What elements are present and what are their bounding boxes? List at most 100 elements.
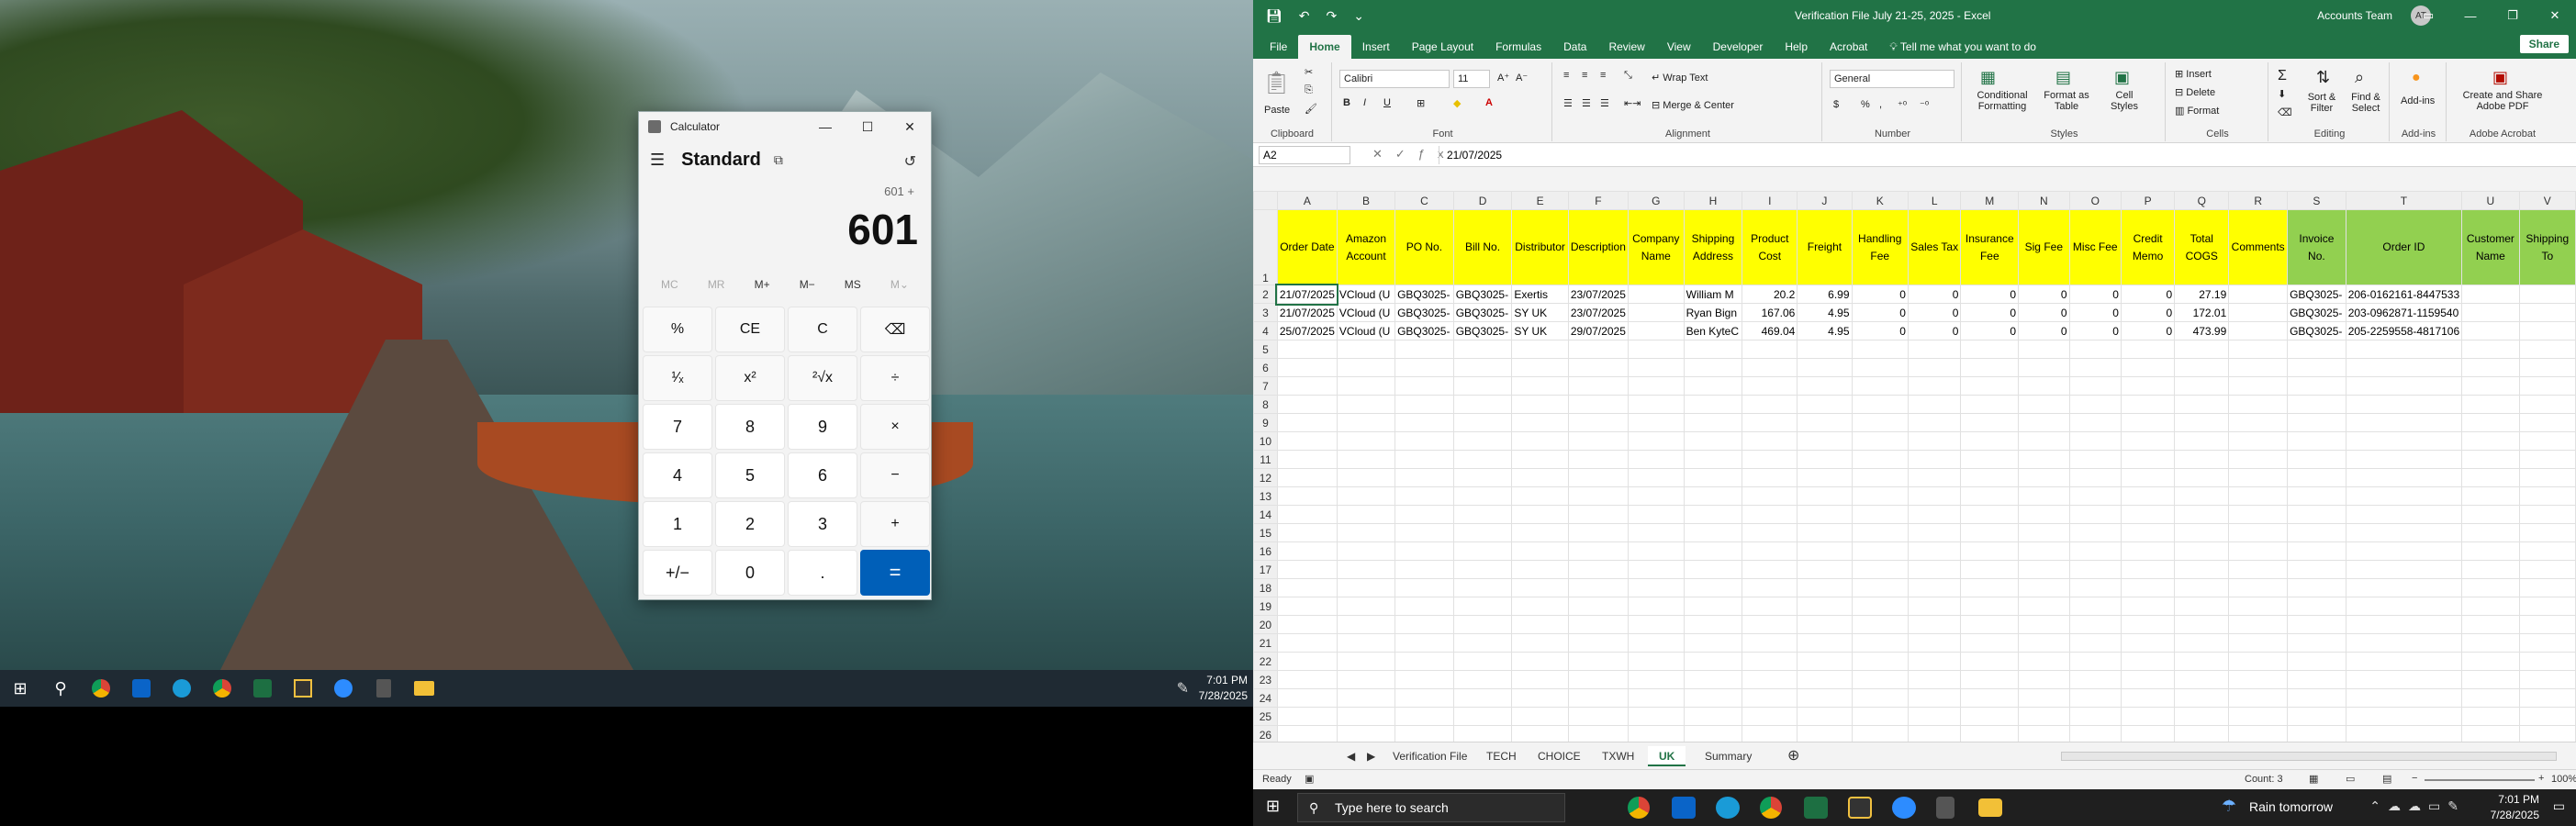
- cell[interactable]: [2018, 652, 2070, 671]
- formula-input[interactable]: 21/07/2025: [1439, 146, 2570, 164]
- delete-cells-button[interactable]: ⊟ Delete: [2175, 86, 2215, 98]
- cell[interactable]: [1336, 578, 1396, 597]
- cell[interactable]: [1742, 541, 1798, 561]
- cell[interactable]: [1336, 688, 1396, 708]
- cell[interactable]: [1960, 578, 2020, 597]
- cell[interactable]: [2345, 560, 2463, 579]
- row-header[interactable]: 14: [1253, 505, 1278, 524]
- cell[interactable]: [2461, 615, 2520, 634]
- cell[interactable]: [1851, 707, 1909, 726]
- cell[interactable]: [1907, 340, 1962, 359]
- cell[interactable]: [1683, 541, 1743, 561]
- cell[interactable]: [2518, 358, 2576, 377]
- cell[interactable]: [1960, 615, 2020, 634]
- cell[interactable]: 469.04: [1742, 321, 1798, 340]
- cell[interactable]: [2174, 560, 2230, 579]
- row-header[interactable]: 12: [1253, 468, 1278, 487]
- cell[interactable]: [2068, 652, 2122, 671]
- cell[interactable]: [2345, 707, 2463, 726]
- cell[interactable]: [1797, 358, 1853, 377]
- cell[interactable]: [1742, 431, 1798, 451]
- paste-icon[interactable]: 📋︎: [1262, 70, 1290, 96]
- cell[interactable]: VCloud (U: [1336, 303, 1396, 322]
- cell[interactable]: [2461, 358, 2520, 377]
- cell[interactable]: [1960, 670, 2020, 689]
- cell[interactable]: [1452, 450, 1513, 469]
- cell[interactable]: [2345, 597, 2463, 616]
- cell[interactable]: [1452, 413, 1513, 432]
- cell[interactable]: [1851, 652, 1909, 671]
- cell[interactable]: [1907, 597, 1962, 616]
- cell[interactable]: Order ID: [2345, 209, 2463, 285]
- horizontal-scrollbar[interactable]: [2061, 752, 2557, 761]
- cell[interactable]: [1336, 560, 1396, 579]
- cell[interactable]: [1452, 395, 1513, 414]
- cell[interactable]: [1276, 578, 1338, 597]
- cell[interactable]: [2287, 486, 2346, 506]
- cell[interactable]: [1627, 560, 1685, 579]
- cell[interactable]: Amazon Account: [1336, 209, 1396, 285]
- cell[interactable]: [1567, 486, 1629, 506]
- cut-icon[interactable]: ✂: [1305, 66, 1313, 78]
- tab-home[interactable]: Home: [1298, 35, 1351, 59]
- cell[interactable]: [1907, 541, 1962, 561]
- cell[interactable]: [2345, 413, 2463, 432]
- cell[interactable]: [2287, 597, 2346, 616]
- cell[interactable]: [1336, 468, 1396, 487]
- cell[interactable]: 0: [2018, 303, 2070, 322]
- cell[interactable]: [1394, 633, 1454, 653]
- cell[interactable]: [1797, 633, 1853, 653]
- cell[interactable]: [1394, 468, 1454, 487]
- borders-icon[interactable]: ⊞: [1417, 97, 1425, 109]
- percent-button[interactable]: %: [643, 307, 712, 352]
- cell[interactable]: [1797, 376, 1853, 396]
- cell[interactable]: Sales Tax: [1907, 209, 1962, 285]
- grow-font-icon[interactable]: A⁺: [1497, 72, 1509, 84]
- conditional-formatting-icon[interactable]: ▦: [1980, 68, 1996, 87]
- file-explorer-icon[interactable]: [404, 670, 444, 707]
- cell[interactable]: Shipping Address: [1683, 209, 1743, 285]
- cell[interactable]: [2228, 523, 2289, 542]
- cell[interactable]: [1960, 395, 2020, 414]
- cell[interactable]: [1394, 578, 1454, 597]
- cell[interactable]: [1742, 615, 1798, 634]
- cell[interactable]: [1797, 688, 1853, 708]
- cell[interactable]: [2287, 376, 2346, 396]
- cell[interactable]: [2174, 541, 2230, 561]
- cell[interactable]: [1797, 505, 1853, 524]
- cell[interactable]: [1276, 486, 1338, 506]
- cell[interactable]: [2518, 633, 2576, 653]
- cell[interactable]: [2068, 413, 2122, 432]
- cell[interactable]: Misc Fee: [2068, 209, 2122, 285]
- cell[interactable]: [2518, 468, 2576, 487]
- cell[interactable]: [2345, 688, 2463, 708]
- close-button[interactable]: ✕: [2534, 0, 2576, 31]
- cell[interactable]: [2120, 597, 2176, 616]
- digit-8-button[interactable]: 8: [715, 404, 785, 450]
- menu-icon[interactable]: ☰: [650, 151, 665, 170]
- cell[interactable]: [2228, 633, 2289, 653]
- cell[interactable]: [1276, 376, 1338, 396]
- cell[interactable]: [2174, 523, 2230, 542]
- cell[interactable]: [2461, 486, 2520, 506]
- cell[interactable]: [1742, 376, 1798, 396]
- cell[interactable]: [1336, 431, 1396, 451]
- indent-icon[interactable]: ⇤⇥: [1624, 97, 1641, 109]
- cell[interactable]: [1907, 578, 1962, 597]
- system-tray-icons[interactable]: ⌃☁☁▭✎: [2369, 798, 2466, 814]
- cell[interactable]: [2120, 376, 2176, 396]
- cell[interactable]: [2018, 541, 2070, 561]
- tab-insert[interactable]: Insert: [1351, 35, 1401, 59]
- cell[interactable]: [1797, 486, 1853, 506]
- cell[interactable]: [1851, 670, 1909, 689]
- cell[interactable]: 0: [2018, 321, 2070, 340]
- chrome-profile-icon[interactable]: [1760, 797, 1782, 819]
- wrap-text-button[interactable]: ↵ Wrap Text: [1652, 72, 1708, 84]
- cell[interactable]: 0: [1851, 285, 1909, 304]
- cell[interactable]: [2068, 431, 2122, 451]
- cell[interactable]: [2518, 321, 2576, 340]
- clear-icon[interactable]: ⌫: [2278, 106, 2292, 118]
- cell[interactable]: [2068, 450, 2122, 469]
- cell[interactable]: Credit Memo: [2120, 209, 2176, 285]
- cell[interactable]: [1683, 413, 1743, 432]
